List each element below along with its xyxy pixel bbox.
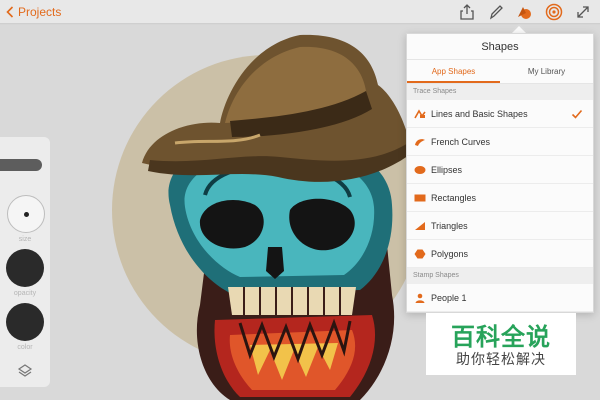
lines-shape-icon xyxy=(414,109,426,119)
triangle-icon xyxy=(415,222,425,230)
person-icon xyxy=(415,293,425,303)
size-label: size xyxy=(18,236,32,243)
shape-item-label: Rectangles xyxy=(431,192,477,203)
shape-item-label: Polygons xyxy=(431,248,469,259)
watermark: 百科全说 助你轻松解决 xyxy=(426,313,576,375)
stamp-item-label: People 1 xyxy=(431,292,467,303)
watermark-subtitle: 助你轻松解决 xyxy=(456,352,546,368)
color-label: color xyxy=(17,344,33,351)
shape-item-ellipses[interactable]: Ellipses xyxy=(407,156,593,184)
target-icon[interactable] xyxy=(545,3,563,21)
stamp-shapes-header: Stamp Shapes xyxy=(407,268,593,284)
rectangle-icon xyxy=(414,194,426,202)
size-dot xyxy=(24,212,29,217)
polygon-icon xyxy=(414,249,426,259)
shape-item-rectangles[interactable]: Rectangles xyxy=(407,184,593,212)
tab-my-library[interactable]: My Library xyxy=(500,60,593,83)
expand-icon[interactable] xyxy=(574,3,592,21)
shape-item-triangles[interactable]: Triangles xyxy=(407,212,593,240)
chevron-left-icon xyxy=(6,6,14,18)
shape-item-lines[interactable]: Lines and Basic Shapes xyxy=(407,100,593,128)
color-swatch[interactable] xyxy=(6,303,44,341)
back-button[interactable]: Projects xyxy=(6,4,61,20)
brush-icon[interactable] xyxy=(487,3,505,21)
share-icon[interactable] xyxy=(458,3,476,21)
trace-shapes-header: Trace Shapes xyxy=(407,84,593,100)
opacity-label: opacity xyxy=(13,290,37,297)
ellipse-icon xyxy=(414,166,426,174)
shape-item-label: French Curves xyxy=(431,136,491,147)
popover-title: Shapes xyxy=(407,34,593,60)
shapes-icon[interactable] xyxy=(515,3,533,21)
stamp-item-people[interactable]: People 1 xyxy=(407,284,593,312)
french-curve-icon xyxy=(415,139,425,146)
shapes-tabs: App Shapes My Library xyxy=(407,60,593,84)
tool-rail: size opacity color xyxy=(0,137,50,387)
watermark-title: 百科全说 xyxy=(451,323,551,351)
tab-app-shapes[interactable]: App Shapes xyxy=(407,60,500,83)
brush-slider[interactable] xyxy=(0,159,42,171)
opacity-control[interactable] xyxy=(6,249,44,287)
shapes-popover: Shapes App Shapes My Library Trace Shape… xyxy=(406,33,594,313)
shape-item-label: Lines and Basic Shapes xyxy=(431,108,528,119)
back-label: Projects xyxy=(18,5,62,19)
checkmark-icon xyxy=(571,109,583,119)
shape-item-french-curves[interactable]: French Curves xyxy=(407,128,593,156)
size-control[interactable] xyxy=(7,195,45,233)
layers-icon[interactable] xyxy=(17,363,33,379)
top-bar: Projects xyxy=(0,0,600,24)
shape-item-polygons[interactable]: Polygons xyxy=(407,240,593,268)
shape-item-label: Triangles xyxy=(431,220,468,231)
shape-item-label: Ellipses xyxy=(431,164,463,175)
